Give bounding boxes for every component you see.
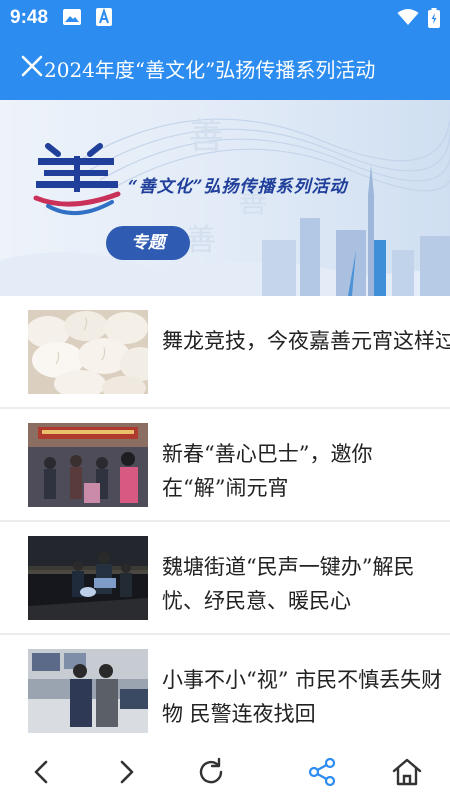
shan-logo-icon: [33, 143, 121, 216]
close-icon[interactable]: [20, 54, 44, 78]
news-title: 小事不小“视” 市民不慎丢失财物 民警连夜找回: [162, 668, 443, 726]
news-thumbnail-night: [28, 536, 148, 620]
gallery-icon: [63, 9, 81, 25]
news-thumbnail-buns: [28, 310, 148, 394]
banner-title: “善文化”弘扬传播系列活动: [128, 177, 348, 197]
app-bar: 2024年度“善文化”弘扬传播系列活动: [0, 36, 450, 100]
news-item-lantern-dragon[interactable]: 舞龙竞技，今夜嘉善元宵这样过: [0, 296, 450, 409]
share-icon[interactable]: [306, 756, 338, 788]
forward-icon[interactable]: [110, 756, 142, 788]
news-title: 舞龙竞技，今夜嘉善元宵这样过: [162, 329, 450, 353]
news-item-weitang[interactable]: 魏塘街道“民声一键办”解民忧、纾民意、暖民心: [0, 522, 450, 635]
topic-banner[interactable]: 善 善 善 “善文化”弘扬传播系列活动 专题: [0, 100, 450, 296]
news-item-lost-property[interactable]: 小事不小“视” 市民不慎丢失财物 民警连夜找回: [0, 635, 450, 748]
news-title: 魏塘街道“民声一键办”解民忧、纾民意、暖民心: [162, 555, 415, 613]
bottom-navigation: [0, 744, 450, 800]
status-bar: 9:48: [0, 0, 450, 36]
refresh-icon[interactable]: [195, 756, 227, 788]
battery-icon: [428, 8, 440, 28]
news-item-bus[interactable]: 新春“善心巴士”，邀你在“解”闹元宵: [0, 409, 450, 522]
svg-text:善: 善: [186, 223, 216, 258]
wifi-icon: [397, 9, 419, 25]
back-icon[interactable]: [26, 756, 58, 788]
news-thumbnail-police: [28, 649, 148, 733]
news-thumbnail-street: [28, 423, 148, 507]
home-icon[interactable]: [391, 756, 423, 788]
special-topic-badge: 专题: [106, 226, 190, 260]
news-list: 舞龙竞技，今夜嘉善元宵这样过 新春“善心巴士”，邀你在“解”闹元宵 魏塘街道“民…: [0, 296, 450, 748]
page-title: 2024年度“善文化”弘扬传播系列活动: [44, 58, 376, 82]
news-title: 新春“善心巴士”，邀你在“解”闹元宵: [162, 442, 373, 500]
font-icon: [96, 8, 112, 26]
svg-text:善: 善: [188, 116, 224, 157]
status-time: 9:48: [10, 7, 49, 28]
